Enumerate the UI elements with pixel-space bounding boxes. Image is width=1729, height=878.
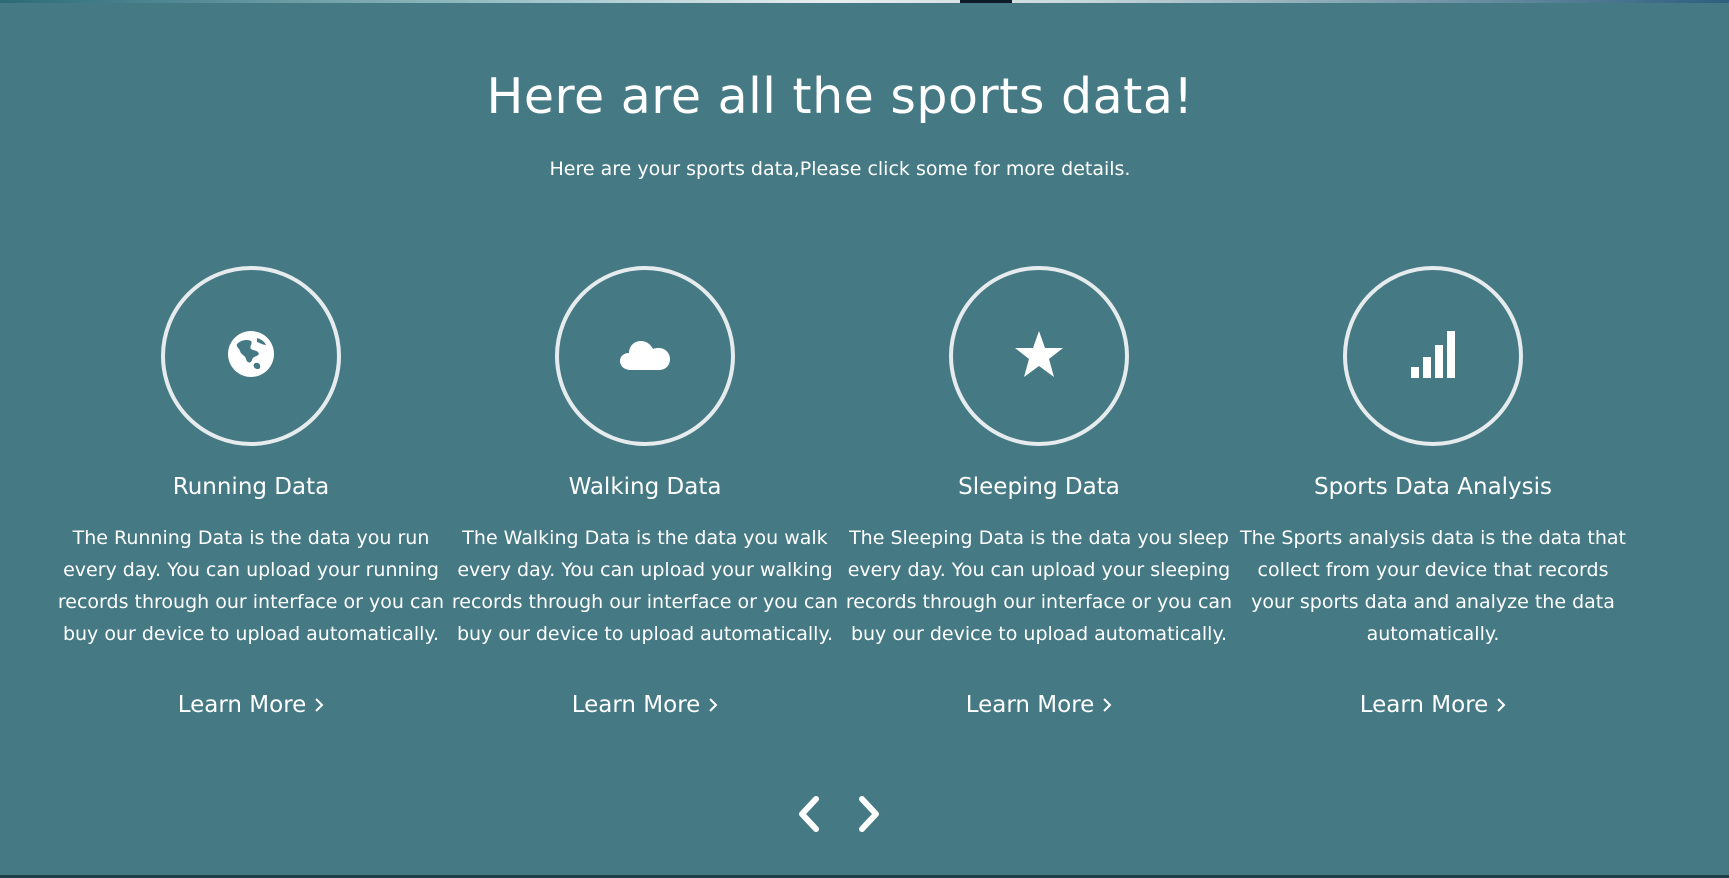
card-icon-circle[interactable]	[1343, 266, 1523, 446]
globe-icon	[227, 330, 275, 382]
feature-cards: Running Data The Running Data is the dat…	[54, 266, 1630, 736]
card-description: The Walking Data is the data you walk ev…	[451, 527, 839, 645]
card-description: The Running Data is the data you run eve…	[57, 527, 445, 645]
cloud-icon	[619, 336, 671, 376]
card-title: Running Data	[172, 474, 330, 500]
carousel-prev-button[interactable]	[792, 796, 826, 836]
carousel-controls	[792, 796, 892, 836]
top-accent-strip	[0, 0, 1729, 3]
top-strip-notch	[960, 0, 1012, 3]
chevron-right-icon	[1102, 693, 1112, 719]
learn-more-link[interactable]: Learn More	[54, 692, 448, 719]
card-icon-circle[interactable]	[161, 266, 341, 446]
carousel-next-button[interactable]	[852, 796, 886, 836]
learn-more-link[interactable]: Learn More	[842, 692, 1236, 719]
page-subtitle: Here are your sports data,Please click s…	[549, 158, 1131, 180]
card-sports-analysis: Sports Data Analysis The Sports analysis…	[1236, 266, 1630, 718]
learn-more-label: Learn More	[571, 692, 701, 718]
learn-more-label: Learn More	[177, 692, 307, 718]
learn-more-label: Learn More	[1359, 692, 1489, 718]
card-description: The Sleeping Data is the data you sleep …	[845, 527, 1233, 645]
signal-bars-icon	[1410, 329, 1456, 383]
chevron-right-icon	[314, 693, 324, 719]
star-icon	[1014, 330, 1064, 382]
learn-more-link[interactable]: Learn More	[1236, 692, 1630, 719]
card-title: Sleeping Data	[958, 474, 1120, 500]
chevron-right-icon	[1496, 693, 1506, 719]
chevron-right-icon	[857, 796, 881, 836]
learn-more-label: Learn More	[965, 692, 1095, 718]
card-title: Walking Data	[568, 474, 722, 500]
page-title: Here are all the sports data!	[486, 68, 1194, 125]
card-running: Running Data The Running Data is the dat…	[54, 266, 448, 718]
chevron-right-icon	[708, 693, 718, 719]
card-icon-circle[interactable]	[555, 266, 735, 446]
card-title: Sports Data Analysis	[1313, 474, 1553, 500]
card-sleeping: Sleeping Data The Sleeping Data is the d…	[842, 266, 1236, 718]
sports-data-page: Here are all the sports data! Here are y…	[0, 0, 1729, 878]
card-description: The Sports analysis data is the data tha…	[1240, 527, 1626, 645]
card-walking: Walking Data The Walking Data is the dat…	[448, 266, 842, 718]
learn-more-link[interactable]: Learn More	[448, 692, 842, 719]
card-icon-circle[interactable]	[949, 266, 1129, 446]
chevron-left-icon	[797, 796, 821, 836]
